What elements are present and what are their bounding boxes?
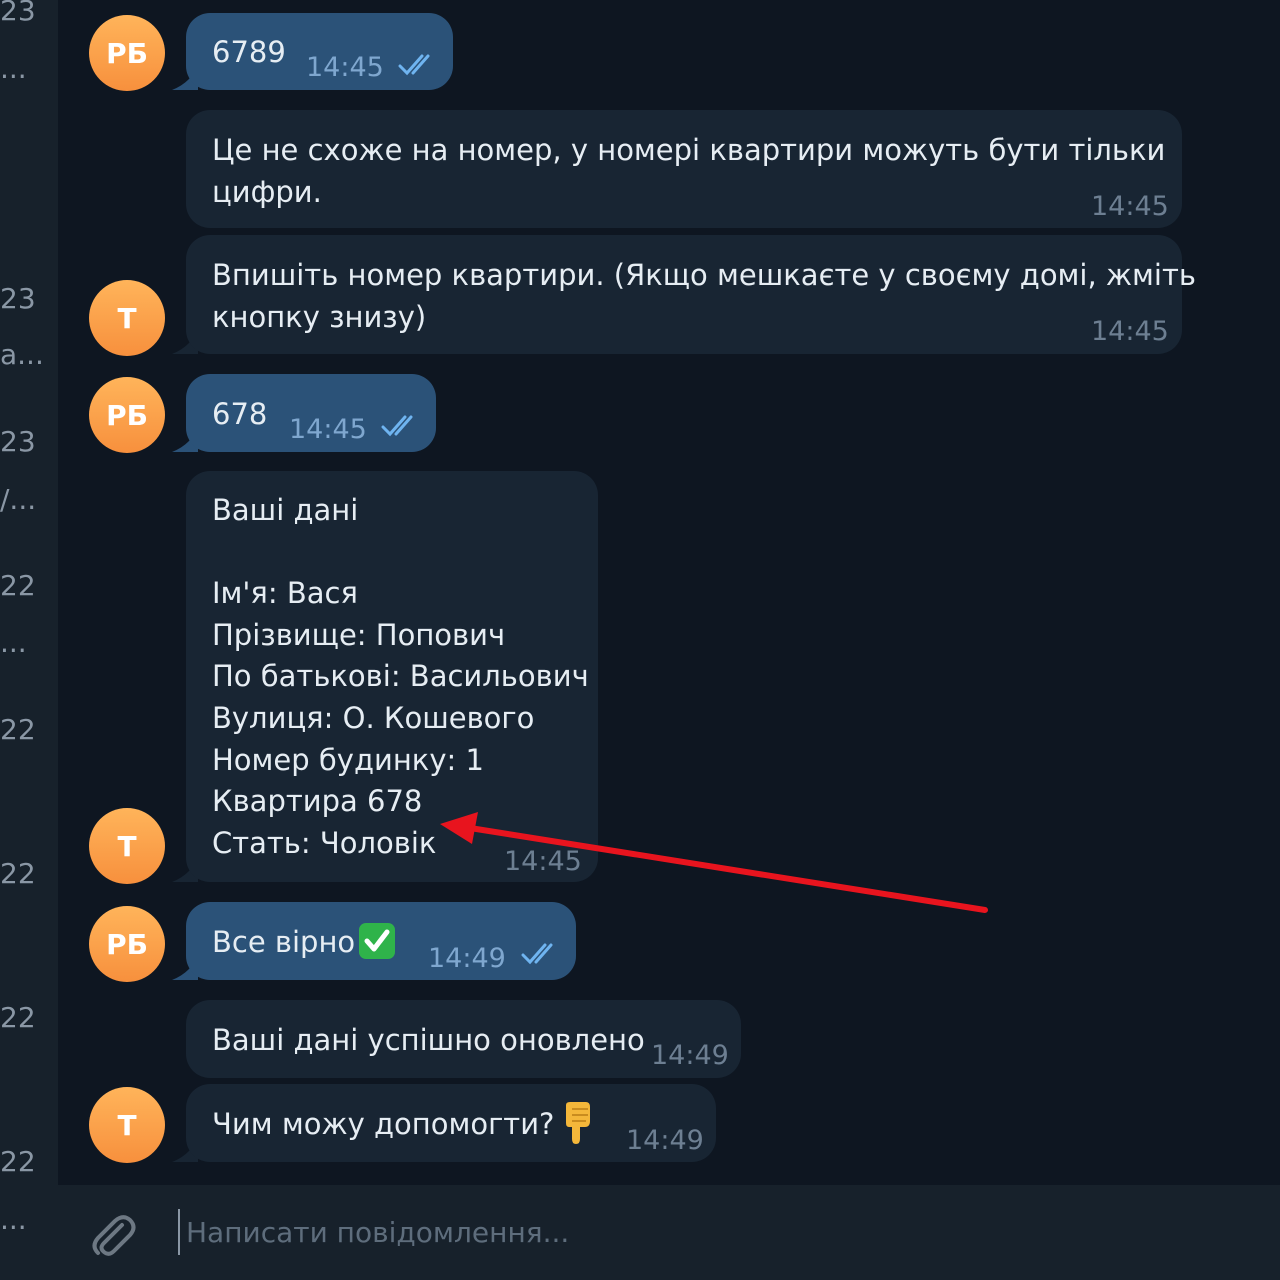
- pointing-down-emoji: [566, 1102, 590, 1144]
- message-bubble-outgoing[interactable]: Все вірно 14:49: [186, 902, 576, 980]
- message-time: 14:49: [428, 943, 506, 974]
- message-time: 14:49: [626, 1125, 704, 1156]
- message-input[interactable]: [178, 1209, 1078, 1255]
- message-text: 6789: [212, 35, 286, 69]
- chat-list-fragment: 22: [0, 1145, 36, 1178]
- message-time: 14:45: [289, 414, 367, 445]
- chat-list-fragment: /...: [0, 483, 37, 516]
- chat-list-fragment: ...: [0, 626, 27, 659]
- message-text: Це не схоже на номер, у номері квартири …: [212, 133, 1166, 209]
- message-time: 14:49: [651, 1040, 729, 1071]
- message-time: 14:45: [504, 846, 582, 877]
- message-text: Впишіть номер квартири. (Якщо мешкаєте у…: [212, 258, 1196, 334]
- message-time: 14:45: [1091, 191, 1169, 222]
- message-bubble-outgoing[interactable]: 6789 14:45: [186, 13, 453, 90]
- chat-list-fragment: ...: [0, 1203, 27, 1236]
- chat-list-fragment: 23: [0, 282, 36, 315]
- message-bubble-incoming[interactable]: Впишіть номер квартири. (Якщо мешкаєте у…: [186, 235, 1196, 354]
- message-text: Чим можу допомогти?: [212, 1107, 555, 1141]
- message-bubble-outgoing[interactable]: 678 14:45: [186, 374, 436, 452]
- message-text: Ваші дані успішно оновлено: [212, 1023, 645, 1057]
- message-text: 678: [212, 397, 268, 431]
- avatar[interactable]: Т: [89, 808, 165, 884]
- message-composer: [58, 1185, 1280, 1280]
- chat-list-fragment: ...: [0, 52, 27, 85]
- double-check-icon: [521, 943, 553, 965]
- message-bubble-incoming[interactable]: Це не схоже на номер, у номері квартири …: [186, 110, 1182, 228]
- chat-list-fragment: 23: [0, 425, 36, 458]
- chat-list-fragment: 22: [0, 857, 36, 890]
- avatar[interactable]: РБ: [89, 906, 165, 982]
- avatar[interactable]: Т: [89, 1087, 165, 1163]
- message-time: 14:45: [1091, 316, 1169, 347]
- chat-list-fragment: 22: [0, 713, 36, 746]
- double-check-icon: [398, 54, 430, 76]
- double-check-icon: [381, 415, 413, 437]
- message-bubble-incoming[interactable]: Ваші дані Ім'я: Вася Прізвище: Попович П…: [186, 471, 598, 882]
- chat-list-fragment: 22: [0, 1001, 36, 1034]
- avatar[interactable]: РБ: [89, 15, 165, 91]
- message-bubble-incoming[interactable]: Чим можу допомогти? 14:49: [186, 1084, 716, 1162]
- chat-list-fragment: а...: [0, 338, 44, 371]
- paperclip-icon[interactable]: [88, 1211, 136, 1259]
- check-mark-emoji: [359, 923, 395, 959]
- chat-list-strip: 23 ... 23 а... 23 /... 22 ... 22 22 22 2…: [0, 0, 58, 1280]
- chat-list-fragment: 22: [0, 569, 36, 602]
- message-text: Ваші дані Ім'я: Вася Прізвище: Попович П…: [212, 493, 589, 860]
- chat-list-fragment: 23: [0, 0, 36, 27]
- avatar[interactable]: РБ: [89, 377, 165, 453]
- message-time: 14:45: [306, 52, 384, 83]
- avatar[interactable]: Т: [89, 280, 165, 356]
- message-text: Все вірно: [212, 925, 356, 959]
- message-bubble-incoming[interactable]: Ваші дані успішно оновлено 14:49: [186, 1000, 741, 1078]
